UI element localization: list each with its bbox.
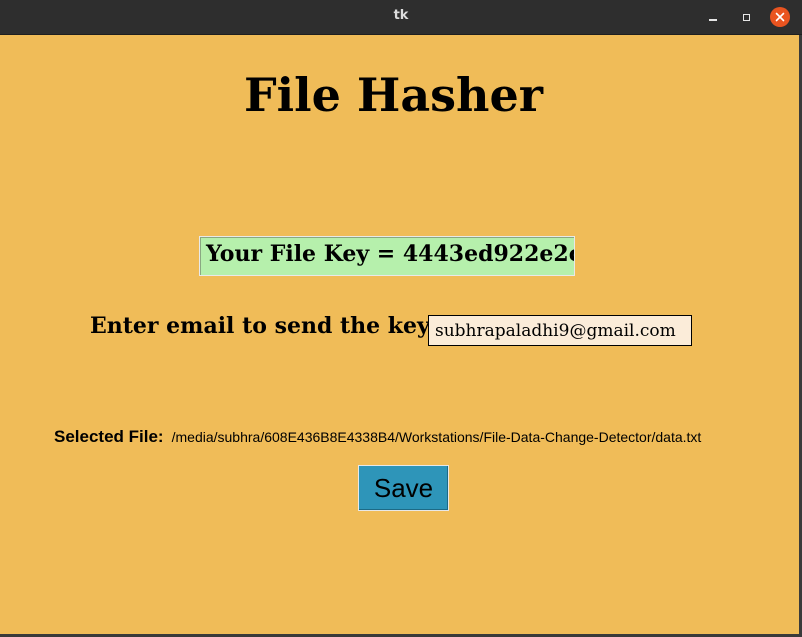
main-panel: File Hasher Your File Key = 4443ed922e2c… — [0, 35, 799, 634]
minimize-button[interactable] — [703, 7, 723, 27]
window-title: tk — [393, 8, 409, 23]
selected-file-path: /media/subhra/608E436B8E4338B4/Workstati… — [171, 429, 702, 445]
save-button[interactable]: Save — [358, 465, 449, 511]
selected-file-label: Selected File: — [54, 427, 164, 446]
title-bar: tk — [0, 0, 802, 35]
email-label: Enter email to send the key: — [90, 313, 438, 339]
email-field[interactable] — [428, 315, 692, 346]
file-key-display: Your File Key = 4443ed922e2c — [199, 236, 575, 276]
close-button[interactable] — [770, 7, 790, 27]
close-icon — [775, 12, 785, 22]
selected-file-row: Selected File: /media/subhra/608E436B8E4… — [54, 427, 701, 447]
page-title: File Hasher — [244, 68, 543, 122]
minimize-icon — [709, 19, 717, 21]
maximize-button[interactable] — [736, 7, 756, 27]
app-window: tk File Hasher Your File Key = 4443ed922… — [0, 0, 802, 637]
maximize-icon — [742, 13, 750, 21]
